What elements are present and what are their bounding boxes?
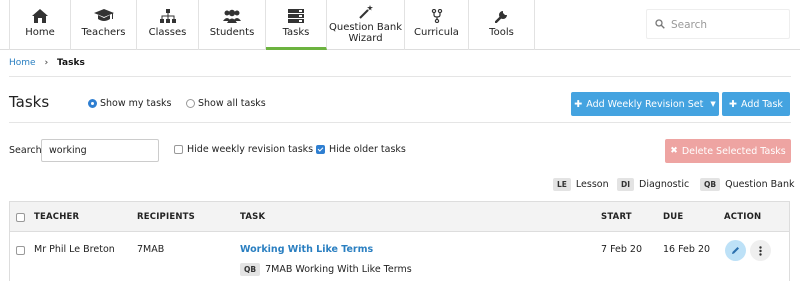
home-icon: [10, 9, 70, 25]
divider: [9, 76, 791, 77]
plus-icon: ✚: [574, 98, 583, 110]
add-weekly-revision-set-button[interactable]: ✚ Add Weekly Revision Set ▼: [571, 92, 719, 116]
row-select-checkbox[interactable]: [16, 246, 25, 255]
breadcrumb-current: Tasks: [57, 58, 85, 68]
lesson-label: Lesson: [575, 179, 609, 190]
nav-home-label: Home: [25, 27, 55, 38]
delete-selected-tasks-label: Delete Selected Tasks: [681, 145, 786, 157]
add-weekly-revision-set-label: Add Weekly Revision Set: [586, 98, 704, 110]
row-start: 7 Feb 20: [601, 244, 642, 255]
lesson-tag: LE: [553, 178, 571, 191]
nav-tools[interactable]: Tools: [469, 0, 535, 50]
column-start[interactable]: START: [601, 212, 632, 222]
fork-icon: [405, 9, 468, 25]
nav-tasks[interactable]: Tasks: [266, 0, 327, 50]
vertical-ellipsis-icon: [759, 245, 762, 256]
wrench-icon: [469, 9, 534, 25]
diagnostic-tag: DI: [617, 178, 635, 191]
nav-classes[interactable]: Classes: [137, 0, 199, 50]
column-task[interactable]: TASK: [240, 212, 265, 222]
nav-question-bank-wizard-label: Question Bank Wizard: [328, 22, 403, 44]
breadcrumb: Home › Tasks: [9, 58, 85, 68]
plus-icon: ✚: [729, 98, 738, 110]
column-recipients[interactable]: RECIPIENTS: [137, 212, 195, 222]
edit-button[interactable]: [725, 240, 746, 261]
chevron-right-icon: ›: [44, 58, 49, 68]
nav-students-label: Students: [209, 27, 255, 38]
row-teacher: Mr Phil Le Breton: [34, 244, 115, 255]
magic-wand-icon: [327, 5, 404, 21]
column-teacher[interactable]: TEACHER: [34, 212, 79, 222]
radio-show-all-tasks[interactable]: Show all tasks: [186, 98, 266, 109]
search-icon: [655, 19, 665, 32]
graduation-cap-icon: [71, 9, 136, 25]
close-icon: ✖: [670, 146, 678, 156]
row-due: 16 Feb 20: [663, 244, 711, 255]
nav-question-bank-wizard[interactable]: Question Bank Wizard: [327, 0, 405, 50]
hide-weekly-revision-checkbox[interactable]: Hide weekly revision tasks: [174, 144, 313, 155]
users-icon: [199, 9, 265, 25]
row-recipients: 7MAB: [137, 244, 165, 255]
global-search[interactable]: [646, 9, 790, 39]
radio-selected-icon[interactable]: [88, 99, 97, 108]
question-bank-label: Question Bank: [725, 179, 795, 190]
hide-older-tasks-label: Hide older tasks: [329, 144, 406, 155]
row-task-sub-label: 7MAB Working With Like Terms: [265, 264, 412, 275]
page-title: Tasks: [9, 93, 50, 111]
add-task-label: Add Task: [741, 98, 783, 110]
legend-diagnostic: DI Diagnostic: [617, 178, 689, 191]
checkbox-unchecked-icon[interactable]: [174, 145, 183, 154]
select-all-checkbox[interactable]: [16, 213, 25, 222]
row-task-subtitle: QB 7MAB Working With Like Terms: [240, 263, 412, 276]
hide-weekly-revision-label: Hide weekly revision tasks: [187, 144, 314, 155]
radio-show-all-tasks-label: Show all tasks: [198, 98, 266, 109]
search-input[interactable]: [671, 15, 781, 35]
nav-tasks-label: Tasks: [282, 27, 310, 38]
radio-unselected-icon[interactable]: [186, 99, 195, 108]
table-header: TEACHER RECIPIENTS TASK START DUE ACTION: [10, 202, 789, 232]
search-label: Search: [9, 145, 42, 156]
more-actions-button[interactable]: [750, 240, 771, 261]
column-due[interactable]: DUE: [663, 212, 683, 222]
row-task-link[interactable]: Working With Like Terms: [240, 244, 373, 255]
sitemap-icon: [137, 9, 198, 25]
tasks-icon: [266, 9, 326, 25]
top-navigation: Home Teachers Classes Students Tasks Que…: [0, 0, 800, 50]
nav-curricula-label: Curricula: [414, 27, 459, 38]
checkbox-checked-icon[interactable]: [316, 145, 325, 154]
nav-students[interactable]: Students: [199, 0, 266, 50]
nav-tools-label: Tools: [489, 27, 514, 38]
nav-home[interactable]: Home: [9, 0, 71, 50]
add-task-button[interactable]: ✚ Add Task: [722, 92, 790, 116]
hide-older-tasks-checkbox[interactable]: Hide older tasks: [316, 144, 406, 155]
nav-teachers-label: Teachers: [81, 27, 126, 38]
column-action: ACTION: [724, 212, 762, 222]
delete-selected-tasks-button[interactable]: ✖ Delete Selected Tasks: [665, 139, 791, 163]
diagnostic-label: Diagnostic: [639, 179, 690, 190]
tasks-table: TEACHER RECIPIENTS TASK START DUE ACTION…: [9, 201, 790, 281]
divider: [9, 122, 791, 123]
pencil-icon: [732, 247, 739, 254]
legend-question-bank: QB Question Bank: [700, 178, 794, 191]
breadcrumb-home[interactable]: Home: [9, 58, 36, 68]
nav-classes-label: Classes: [148, 27, 187, 38]
task-search-input[interactable]: [41, 139, 159, 162]
radio-show-my-tasks[interactable]: Show my tasks: [88, 98, 172, 109]
nav-curricula[interactable]: Curricula: [405, 0, 469, 50]
question-bank-tag: QB: [700, 178, 721, 191]
caret-down-icon: ▼: [710, 100, 716, 108]
radio-show-my-tasks-label: Show my tasks: [100, 98, 172, 109]
task-type-tag: QB: [240, 263, 261, 276]
legend-lesson: LE Lesson: [553, 178, 609, 191]
nav-teachers[interactable]: Teachers: [71, 0, 137, 50]
